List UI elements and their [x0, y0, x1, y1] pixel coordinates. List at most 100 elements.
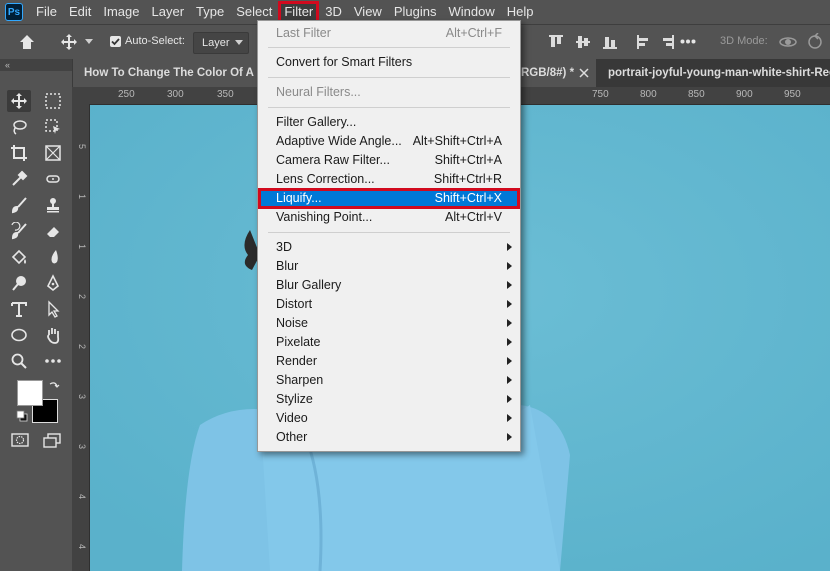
paint-bucket-tool[interactable] — [7, 246, 31, 268]
submenu-arrow-icon — [507, 433, 512, 441]
menu-item-distort[interactable]: Distort — [258, 295, 520, 314]
more-tools[interactable] — [41, 350, 65, 372]
photoshop-logo-icon: Ps — [5, 3, 23, 21]
layer-select-value: Layer — [202, 37, 230, 49]
menu-file[interactable]: File — [30, 1, 63, 23]
screen-mode-icon[interactable] — [42, 432, 62, 448]
menu-layer[interactable]: Layer — [146, 1, 191, 23]
ellipse-tool[interactable] — [7, 324, 31, 346]
smudge-tool[interactable] — [41, 246, 65, 268]
drop-icon — [51, 250, 58, 264]
ruler-tick-label: 950 — [784, 89, 801, 100]
align-vertical-center-icon[interactable] — [575, 34, 591, 50]
eraser-icon — [47, 227, 59, 237]
frame-tool[interactable] — [41, 142, 65, 164]
marquee-tool[interactable] — [41, 90, 65, 112]
menu-item-3d[interactable]: 3D — [258, 238, 520, 257]
menu-item-adaptive-wide-angle[interactable]: Adaptive Wide Angle... Alt+Shift+Ctrl+A — [258, 132, 520, 151]
menu-item-video[interactable]: Video — [258, 409, 520, 428]
menu-type[interactable]: Type — [190, 1, 230, 23]
clone-stamp-tool[interactable] — [41, 194, 65, 216]
3d-mode-label: 3D Mode: — [720, 35, 768, 47]
pen-tool[interactable] — [41, 272, 65, 294]
collapse-panel-icon[interactable]: « — [0, 59, 72, 71]
type-tool[interactable] — [7, 298, 31, 320]
chevron-down-icon[interactable] — [85, 39, 93, 45]
menu-item-render[interactable]: Render — [258, 352, 520, 371]
submenu-arrow-icon — [507, 262, 512, 270]
close-tab-icon[interactable] — [579, 68, 589, 78]
hand-icon — [47, 328, 60, 344]
zoom-tool[interactable] — [7, 350, 31, 372]
menu-item-sharpen[interactable]: Sharpen — [258, 371, 520, 390]
bandage-icon — [46, 175, 60, 183]
submenu-arrow-icon — [507, 376, 512, 384]
menu-item-camera-raw-filter[interactable]: Camera Raw Filter... Shift+Ctrl+A — [258, 151, 520, 170]
3d-roll-icon[interactable] — [806, 33, 824, 51]
move-icon — [11, 93, 27, 109]
swap-colors-icon[interactable] — [48, 380, 60, 392]
submenu-arrow-icon — [507, 357, 512, 365]
home-icon[interactable] — [18, 33, 36, 51]
submenu-arrow-icon — [507, 319, 512, 327]
more-options-icon[interactable] — [680, 39, 696, 44]
magnifier-icon — [11, 353, 27, 369]
menu-edit[interactable]: Edit — [63, 1, 97, 23]
auto-select-checkbox[interactable] — [110, 36, 121, 47]
quick-mask-icon[interactable] — [10, 432, 30, 448]
menu-separator — [268, 77, 510, 78]
submenu-arrow-icon — [507, 338, 512, 346]
layer-select-dropdown[interactable]: Layer — [193, 32, 249, 54]
menu-item-convert-smart-filters[interactable]: Convert for Smart Filters — [258, 53, 520, 72]
3d-orbit-icon[interactable] — [778, 33, 798, 51]
menu-item-neural-filters: Neural Filters... — [276, 85, 361, 99]
ruler-tick-label: 5 — [77, 144, 87, 150]
default-colors-icon[interactable] — [16, 410, 28, 422]
ruler-tick-label: 4 — [77, 494, 87, 500]
menu-item-last-filter: Last Filter Alt+Ctrl+F — [276, 26, 502, 40]
eyedropper-tool[interactable] — [7, 168, 31, 190]
dodge-tool[interactable] — [7, 272, 31, 294]
eyedropper-icon — [12, 170, 28, 186]
brush-tool[interactable] — [7, 194, 31, 216]
ruler-tick-label: 900 — [736, 89, 753, 100]
menu-item-other[interactable]: Other — [258, 428, 520, 447]
ruler-tick-label: 3 — [77, 444, 87, 450]
lasso-icon — [13, 120, 27, 135]
tools-panel: « — [0, 59, 73, 571]
menu-item-noise[interactable]: Noise — [258, 314, 520, 333]
distribute-right-icon[interactable] — [660, 34, 676, 50]
hand-tool[interactable] — [41, 324, 65, 346]
menu-item-pixelate[interactable]: Pixelate — [258, 333, 520, 352]
menu-item-lens-correction[interactable]: Lens Correction... Shift+Ctrl+R — [258, 170, 520, 189]
ruler-tick-label: 350 — [217, 89, 234, 100]
move-tool[interactable] — [7, 90, 31, 112]
arrow-cursor-icon — [48, 300, 60, 318]
ruler-vertical: 5 1 1 2 2 3 3 4 4 — [72, 104, 90, 571]
distribute-left-icon[interactable] — [635, 34, 651, 50]
menu-item-blur-gallery[interactable]: Blur Gallery — [258, 276, 520, 295]
spot-healing-tool[interactable] — [41, 168, 65, 190]
path-selection-tool[interactable] — [41, 298, 65, 320]
lasso-tool[interactable] — [7, 116, 31, 138]
auto-select-label: Auto-Select: — [125, 35, 185, 47]
menu-item-blur[interactable]: Blur — [258, 257, 520, 276]
crop-tool[interactable] — [7, 142, 31, 164]
foreground-color-swatch[interactable] — [17, 380, 43, 406]
ruler-tick-label: 3 — [77, 394, 87, 400]
tab-other-document[interactable]: portrait-joyful-young-man-white-shirt-Re… — [596, 59, 830, 87]
menu-item-vanishing-point[interactable]: Vanishing Point... Alt+Ctrl+V — [258, 208, 520, 227]
menu-item-stylize[interactable]: Stylize — [258, 390, 520, 409]
menu-item-filter-gallery[interactable]: Filter Gallery... — [258, 113, 520, 132]
align-bottom-icon[interactable] — [602, 34, 618, 50]
object-selection-tool[interactable] — [41, 116, 65, 138]
menu-image[interactable]: Image — [97, 1, 145, 23]
align-top-icon[interactable] — [548, 34, 564, 50]
submenu-arrow-icon — [507, 395, 512, 403]
move-tool-icon[interactable] — [60, 33, 78, 51]
menu-item-liquify[interactable]: Liquify... Shift+Ctrl+X — [258, 188, 520, 209]
eraser-tool[interactable] — [41, 220, 65, 242]
ruler-tick-label: 4 — [77, 544, 87, 550]
history-brush-icon — [11, 222, 27, 240]
history-brush-tool[interactable] — [7, 220, 31, 242]
